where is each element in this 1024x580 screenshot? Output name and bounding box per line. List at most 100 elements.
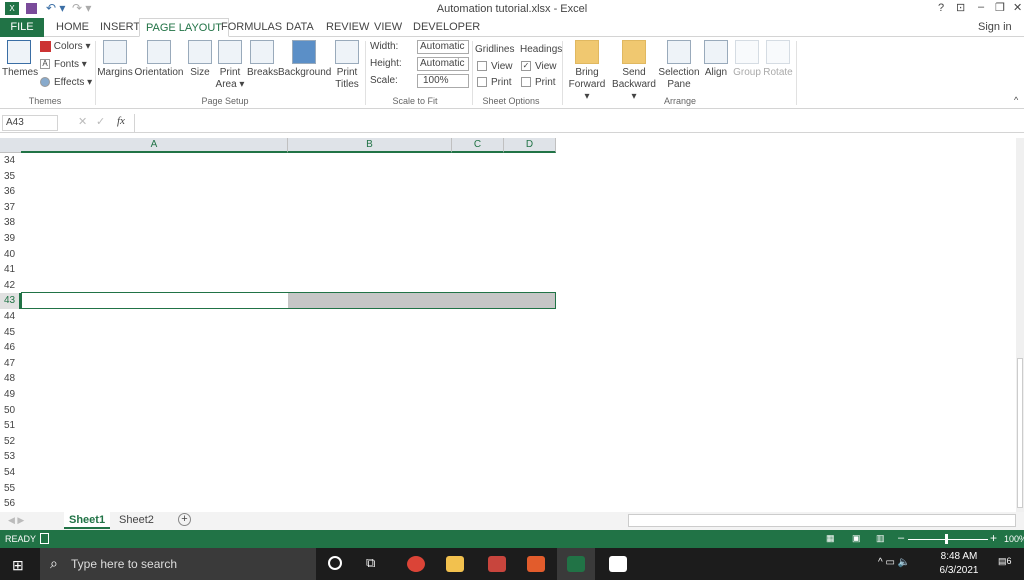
page-break-view-icon[interactable]: ▥ [876, 533, 885, 544]
rotate-button[interactable]: Rotate [763, 40, 793, 79]
select-all-corner[interactable] [0, 138, 21, 153]
ribbon-display-button[interactable]: ⊡ [956, 1, 965, 14]
tab-developer[interactable]: DEVELOPER [407, 18, 486, 37]
row-header-55[interactable]: 55 [0, 481, 21, 497]
row-header-51[interactable]: 51 [0, 418, 21, 434]
gridlines-view-checkbox[interactable]: View [477, 61, 513, 72]
themes-button[interactable]: Themes [2, 40, 38, 79]
notion-icon[interactable] [609, 556, 627, 572]
row-header-42[interactable]: 42 [0, 278, 21, 294]
restore-button[interactable]: ❐ [995, 1, 1005, 14]
bring-forward-button[interactable]: Bring Forward ▾ [565, 40, 609, 103]
tab-data[interactable]: DATA [280, 18, 320, 37]
sign-in-link[interactable]: Sign in [972, 18, 1018, 37]
scale-spinner[interactable]: 100% [417, 74, 469, 88]
zoom-slider-thumb[interactable] [945, 534, 948, 544]
row-header-38[interactable]: 38 [0, 215, 21, 231]
row-header-37[interactable]: 37 [0, 200, 21, 216]
cancel-icon[interactable]: ✕ [78, 115, 87, 128]
fonts-button[interactable]: A Fonts ▾ [40, 59, 87, 70]
minimize-button[interactable]: – [978, 1, 984, 13]
background-button[interactable]: Background [278, 40, 331, 79]
spreadsheet-grid[interactable]: A B C D 34 35 36 37 38 39 40 41 42 43 44 45 46 47 48 49… [0, 138, 1016, 512]
print-titles-button[interactable]: Print Titles [333, 40, 361, 91]
formula-input[interactable] [134, 114, 1014, 132]
breaks-button[interactable]: Breaks [247, 40, 278, 79]
tab-formulas[interactable]: FORMULAS [215, 18, 288, 37]
group-button[interactable]: Group [732, 40, 762, 79]
sheet-nav-arrows[interactable]: ◀ ▶ [8, 515, 24, 526]
row-header-35[interactable]: 35 [0, 169, 21, 185]
colors-button[interactable]: Colors ▾ [40, 41, 90, 52]
row-header-43[interactable]: 43 [0, 293, 21, 309]
cortana-icon[interactable] [328, 556, 342, 570]
gridlines-print-checkbox[interactable]: Print [477, 77, 512, 88]
clock[interactable]: 8:48 AM 6/3/2021 [938, 551, 980, 576]
chrome-icon[interactable] [407, 556, 425, 572]
row-header-52[interactable]: 52 [0, 434, 21, 450]
column-header-a[interactable]: A [21, 138, 288, 153]
sheet-tab-sheet1[interactable]: Sheet1 [64, 512, 111, 529]
row-header-34[interactable]: 34 [0, 153, 21, 169]
row-header-39[interactable]: 39 [0, 231, 21, 247]
zoom-in-button[interactable]: + [990, 531, 997, 545]
scroll-thumb[interactable] [1017, 358, 1023, 508]
task-view-icon[interactable]: ⧉ [366, 555, 375, 571]
collapse-ribbon-icon[interactable]: ^ [1014, 95, 1018, 105]
insert-function-button[interactable]: fx [117, 115, 125, 127]
add-sheet-icon[interactable]: + [178, 513, 191, 526]
selection-pane-button[interactable]: Selection Pane [658, 40, 700, 91]
page-layout-view-icon[interactable]: ▣ [852, 533, 861, 544]
snipping-tool-icon[interactable] [527, 556, 545, 572]
row-header-47[interactable]: 47 [0, 356, 21, 372]
vertical-scrollbar[interactable] [1016, 138, 1024, 512]
size-button[interactable]: Size [188, 40, 212, 79]
zoom-slider[interactable] [908, 539, 988, 540]
tab-home[interactable]: HOME [50, 18, 95, 37]
horizontal-scrollbar[interactable] [628, 514, 1016, 527]
row-header-53[interactable]: 53 [0, 449, 21, 465]
effects-button[interactable]: Effects ▾ [40, 77, 92, 88]
row-header-45[interactable]: 45 [0, 325, 21, 341]
column-header-d[interactable]: D [504, 138, 556, 153]
send-backward-button[interactable]: Send Backward ▾ [611, 40, 657, 103]
headings-print-checkbox[interactable]: Print [521, 77, 556, 88]
zoom-level[interactable]: 100% [1004, 534, 1024, 544]
help-button[interactable]: ? [938, 2, 944, 14]
normal-view-icon[interactable]: ▦ [826, 533, 835, 544]
column-header-c[interactable]: C [452, 138, 504, 153]
row-header-50[interactable]: 50 [0, 403, 21, 419]
row-header-46[interactable]: 46 [0, 340, 21, 356]
height-dropdown[interactable]: Automatic [417, 57, 469, 71]
tab-file[interactable]: FILE [0, 18, 44, 37]
windows-start-icon[interactable]: ⊞ [12, 557, 24, 574]
row-header-44[interactable]: 44 [0, 309, 21, 325]
orientation-button[interactable]: Orientation [134, 40, 184, 79]
tab-view[interactable]: VIEW [368, 18, 408, 37]
sheet-tab-sheet2[interactable]: Sheet2 [114, 512, 159, 528]
enter-icon[interactable]: ✓ [96, 115, 105, 128]
print-area-button[interactable]: Print Area ▾ [215, 40, 245, 91]
close-button[interactable]: ✕ [1013, 1, 1022, 14]
row-header-40[interactable]: 40 [0, 247, 21, 263]
margins-button[interactable]: Margins [97, 40, 133, 79]
row-header-54[interactable]: 54 [0, 465, 21, 481]
name-box[interactable]: A43 [2, 115, 58, 131]
column-header-b[interactable]: B [288, 138, 452, 153]
tray-icons[interactable]: ^ ▭ 🔈 [878, 557, 910, 568]
zoom-out-button[interactable]: – [898, 532, 904, 544]
align-button[interactable]: Align [702, 40, 730, 79]
row-header-36[interactable]: 36 [0, 184, 21, 200]
row-header-48[interactable]: 48 [0, 371, 21, 387]
row-header-49[interactable]: 49 [0, 387, 21, 403]
row-header-56[interactable]: 56 [0, 496, 21, 512]
notifications-icon[interactable]: ▤6 [998, 556, 1012, 567]
app-icon[interactable] [488, 556, 506, 572]
taskbar-search-box[interactable]: ⌕ Type here to search [40, 548, 316, 580]
macro-record-icon[interactable] [40, 533, 49, 544]
row-header-41[interactable]: 41 [0, 262, 21, 278]
headings-view-checkbox[interactable]: ✓ View [521, 61, 557, 72]
width-dropdown[interactable]: Automatic [417, 40, 469, 54]
excel-taskbar-button[interactable] [557, 548, 595, 580]
file-explorer-icon[interactable] [446, 556, 464, 572]
